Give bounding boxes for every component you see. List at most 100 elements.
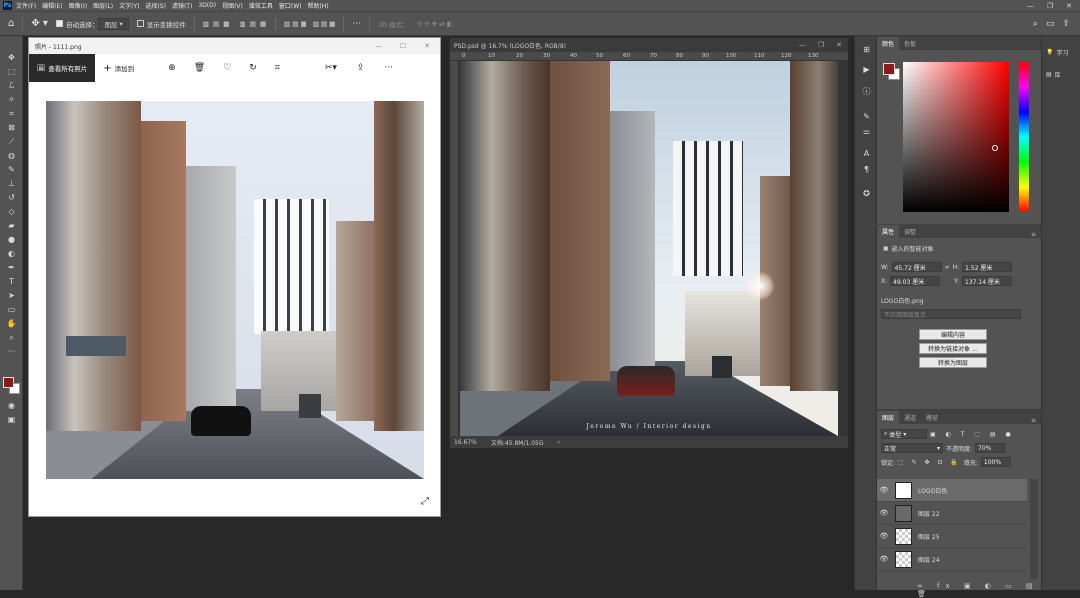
close-icon[interactable]: ✕: [836, 41, 842, 49]
marquee-tool-icon[interactable]: ⬚: [5, 66, 18, 77]
info-panel-icon[interactable]: ⓘ: [860, 86, 873, 97]
rotate-icon[interactable]: ↻: [249, 63, 257, 73]
zoom-icon[interactable]: ⊕: [168, 63, 176, 73]
close-icon[interactable]: ✕: [1066, 2, 1072, 10]
layer-row[interactable]: 👁 LOGO白色: [877, 479, 1027, 502]
tab-adjustments[interactable]: 调整: [899, 225, 921, 238]
layer-row[interactable]: 👁 图层 22: [877, 502, 1027, 525]
home-icon[interactable]: ⌂: [8, 18, 14, 29]
menu-layer[interactable]: 图层(L): [93, 1, 113, 10]
edit-contents-button[interactable]: 编辑内容: [919, 329, 987, 340]
eyedropper-icon[interactable]: ⟋: [5, 136, 18, 147]
menu-3d[interactable]: 3D(D): [198, 2, 216, 9]
share-icon[interactable]: ⇪: [1062, 19, 1070, 29]
layer-actions-icons[interactable]: ∞ fx ▣ ◐ ▭ ▤ 🗑: [917, 582, 1041, 598]
lasso-tool-icon[interactable]: ℒ: [5, 80, 18, 91]
edit-toolbar-icon[interactable]: ···: [5, 346, 18, 357]
delete-icon[interactable]: 🗑: [194, 63, 205, 73]
character-panel-icon[interactable]: A: [860, 148, 873, 159]
tab-layers[interactable]: 图层: [877, 411, 900, 424]
favorite-icon[interactable]: ♡: [223, 63, 231, 73]
align-buttons[interactable]: ▥ ▤ ▦ ▥ ▤ ▦: [203, 20, 267, 28]
frame-tool-icon[interactable]: ⊠: [5, 122, 18, 133]
screen-mode-icon[interactable]: ▣: [5, 414, 18, 425]
brush-settings-icon[interactable]: ✎: [860, 111, 873, 122]
menu-edit[interactable]: 编辑(E): [42, 1, 62, 10]
libraries-panel-button[interactable]: ▤ 库: [1046, 70, 1061, 79]
glyphs-panel-icon[interactable]: ✪: [860, 188, 873, 199]
hue-slider[interactable]: [1019, 62, 1029, 212]
filter-icons[interactable]: ▣ ◐ T ⬚ ▤ ●: [930, 431, 1015, 438]
zoom-level[interactable]: 16.67%: [454, 439, 477, 446]
tab-swatches[interactable]: 色板: [899, 37, 921, 50]
paint-bucket-icon[interactable]: ▰: [5, 220, 18, 231]
eraser-tool-icon[interactable]: ◇: [5, 206, 18, 217]
add-to-button[interactable]: + 添加到: [103, 63, 134, 74]
layer-row[interactable]: 👁 图层 25: [877, 525, 1027, 548]
menu-file[interactable]: 文件(F): [16, 1, 36, 10]
document-tab[interactable]: PSD.psd @ 16.7% (LOGO白色, RGB/8) — ❐ ✕: [450, 38, 848, 52]
edit-tools-icon[interactable]: ✂▾: [325, 63, 337, 73]
tab-channels[interactable]: 通道: [899, 411, 921, 424]
tab-color[interactable]: 颜色: [877, 37, 900, 50]
restore-icon[interactable]: ❐: [818, 41, 824, 49]
fill-field[interactable]: 100%: [980, 457, 1011, 467]
color-picker-field[interactable]: [903, 62, 1009, 212]
blend-mode-select[interactable]: 正常 ▾: [881, 443, 943, 453]
search-icon[interactable]: ⌕: [1033, 19, 1038, 29]
maximize-icon[interactable]: ☐: [400, 42, 406, 50]
paragraph-panel-icon[interactable]: ¶: [860, 164, 873, 175]
dodge-tool-icon[interactable]: ◐: [5, 248, 18, 259]
menu-select[interactable]: 选择(S): [145, 1, 166, 10]
status-arrow-icon[interactable]: ›: [557, 439, 559, 446]
actions-panel-icon[interactable]: ▶: [860, 64, 873, 75]
menu-plugins[interactable]: 增效工具: [249, 1, 273, 10]
eye-icon[interactable]: 👁: [877, 532, 891, 540]
healing-brush-icon[interactable]: ◍: [5, 150, 18, 161]
layer-comp-select[interactable]: 不应用图层复合: [881, 309, 1021, 319]
layer-select-dropdown[interactable]: 图层 ▾: [98, 17, 129, 30]
eye-icon[interactable]: 👁: [877, 555, 891, 563]
color-picker-handle[interactable]: [992, 145, 998, 151]
restore-icon[interactable]: ❐: [1047, 2, 1053, 10]
clone-stamp-icon[interactable]: ⊥: [5, 178, 18, 189]
tab-properties[interactable]: 属性: [877, 225, 900, 238]
adjust-panel-icon[interactable]: ⚌: [860, 126, 873, 137]
brush-tool-icon[interactable]: ✎: [5, 164, 18, 175]
minimize-icon[interactable]: —: [375, 42, 382, 50]
auto-select-checkbox[interactable]: 自动选择：: [55, 19, 98, 29]
height-field[interactable]: 1.52 厘米: [962, 262, 1013, 272]
convert-to-layers-button[interactable]: 转换为图层: [919, 357, 987, 368]
layer-row[interactable]: 👁 图层 24: [877, 548, 1027, 571]
convert-to-linked-button[interactable]: 转换为链接对象 ...: [919, 343, 987, 354]
layers-scrollbar[interactable]: [1030, 479, 1038, 579]
x-field[interactable]: 49.03 厘米: [890, 276, 941, 286]
layer-filter-kind[interactable]: ⌕ 类型 ▾: [881, 429, 927, 439]
shape-tool-icon[interactable]: ▭: [5, 304, 18, 315]
view-all-photos-button[interactable]: 🖼 查看所有照片: [29, 54, 96, 82]
pen-tool-icon[interactable]: ✒: [5, 262, 18, 273]
share-icon[interactable]: ⇪: [357, 63, 365, 73]
menu-type[interactable]: 文字(Y): [119, 1, 139, 10]
menu-view[interactable]: 视图(V): [222, 1, 243, 10]
show-transform-checkbox[interactable]: 显示变换控件: [136, 19, 186, 29]
menu-window[interactable]: 窗口(W): [279, 1, 302, 10]
quick-mask-icon[interactable]: ◉: [5, 400, 18, 411]
eye-icon[interactable]: 👁: [877, 486, 891, 494]
opacity-field[interactable]: 70%: [975, 443, 1006, 453]
workspace-icon[interactable]: ▭: [1046, 19, 1055, 29]
minimize-icon[interactable]: —: [799, 41, 806, 49]
menu-image[interactable]: 图像(I): [69, 1, 87, 10]
panel-menu-icon[interactable]: ≡: [1031, 417, 1036, 424]
zoom-tool-icon[interactable]: ⌕: [5, 332, 18, 343]
more-icon[interactable]: ···: [384, 63, 393, 73]
tab-paths[interactable]: 路径: [921, 411, 943, 424]
crop-tool-icon[interactable]: ⌗: [5, 108, 18, 119]
menu-help[interactable]: 帮助(H): [308, 1, 329, 10]
width-field[interactable]: 45.72 厘米: [891, 262, 942, 272]
eye-icon[interactable]: 👁: [877, 509, 891, 517]
more-options-icon[interactable]: ···: [352, 19, 361, 29]
minimize-icon[interactable]: —: [1027, 2, 1034, 10]
menu-filter[interactable]: 滤镜(T): [172, 1, 192, 10]
history-brush-icon[interactable]: ↺: [5, 192, 18, 203]
